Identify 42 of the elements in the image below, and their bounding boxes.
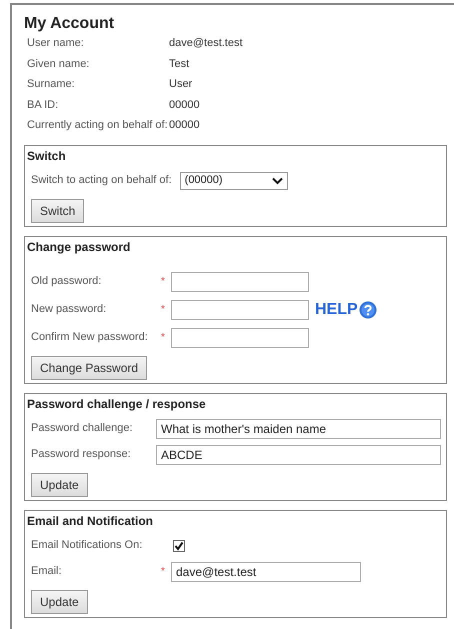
field-value: Test (169, 56, 190, 72)
field-label: Email Notifications On: (31, 538, 144, 554)
field-label: New password: (31, 302, 108, 318)
field-value: dave@test.test (169, 36, 243, 51)
section-title: Change password (27, 238, 132, 256)
field-value: 00000 (169, 118, 200, 133)
chevron-down-icon (272, 176, 283, 184)
field-label: Surname: (27, 77, 76, 92)
checkbox[interactable] (173, 540, 185, 552)
field-label: Old password: (31, 274, 102, 290)
field-label: Email: (31, 564, 63, 580)
dropdown-select[interactable]: (00000) (180, 172, 288, 190)
field-label: User name: (27, 36, 85, 51)
action-button[interactable]: Switch (31, 198, 84, 222)
page-title: My Account (24, 15, 116, 33)
required-marker: * (161, 303, 166, 317)
section-title: Switch (27, 148, 67, 164)
field-value: User (169, 77, 192, 92)
input-field[interactable]: What is mother's maiden name (156, 418, 441, 438)
field-value: 00000 (169, 98, 200, 112)
field-label: Given name: (27, 56, 90, 72)
required-marker: * (161, 275, 166, 289)
field-label: BA ID: (27, 98, 60, 112)
input-field[interactable]: ABCDE (156, 444, 441, 464)
help-link[interactable]: HELP (315, 298, 377, 322)
field-label: Currently acting on behalf of: (27, 118, 169, 133)
password-field[interactable] (171, 272, 309, 292)
action-button[interactable]: Update (31, 590, 88, 614)
section-title: Password challenge / response (27, 396, 207, 412)
input-field[interactable]: dave@test.test (171, 562, 361, 582)
password-field[interactable] (171, 300, 309, 320)
field-label: Password response: (31, 447, 132, 462)
field-label: Switch to acting on behalf of: (31, 173, 172, 188)
field-label: Password challenge: (31, 421, 134, 436)
password-field[interactable] (171, 328, 309, 348)
help-icon (358, 300, 377, 318)
required-marker: * (161, 565, 166, 579)
required-marker: * (161, 331, 166, 345)
field-label: Confirm New password: (31, 330, 149, 346)
section-title: Email and Notification (27, 512, 154, 530)
action-button[interactable]: Update (31, 472, 88, 496)
action-button[interactable]: Change Password (31, 356, 148, 380)
